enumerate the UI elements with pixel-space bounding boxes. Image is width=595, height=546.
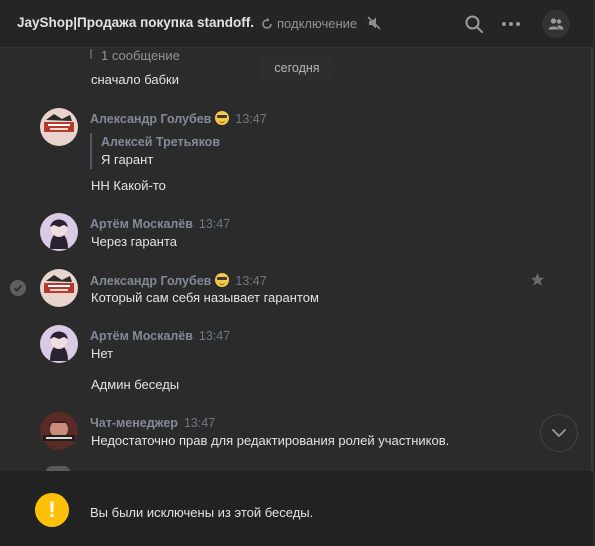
chat-header: JayShop|Продажа покупка standoff. подклю… bbox=[0, 0, 593, 48]
forward-bar bbox=[90, 133, 92, 169]
message-text: сначало бабки bbox=[91, 72, 179, 87]
message-text: Нет bbox=[91, 346, 114, 361]
author-name[interactable]: Артём Москалёв bbox=[90, 217, 193, 231]
message-time[interactable]: 13:47 bbox=[235, 112, 266, 126]
avatar[interactable] bbox=[40, 269, 78, 307]
chat-title[interactable]: JayShop|Продажа покупка standoff. bbox=[17, 15, 254, 30]
search-button[interactable] bbox=[462, 12, 486, 36]
author-name[interactable]: Александр Голубев bbox=[90, 274, 211, 288]
forwarded-author[interactable]: Алексей Третьяков bbox=[101, 135, 220, 149]
message-author[interactable]: Александр Голубев 13:47 bbox=[90, 273, 267, 288]
message-text: НН Какой-то bbox=[91, 178, 166, 193]
warning-symbol: ! bbox=[48, 497, 56, 522]
message-text: Админ беседы bbox=[91, 377, 180, 392]
sunglasses-emoji-icon bbox=[215, 111, 230, 125]
message-time[interactable]: 13:47 bbox=[199, 217, 230, 231]
message-text: Через гаранта bbox=[91, 234, 178, 249]
mute-icon[interactable] bbox=[366, 15, 382, 31]
loading-icon bbox=[262, 17, 272, 29]
message-text: Недостаточно прав для редактирования рол… bbox=[91, 433, 450, 448]
date-divider: сегодня bbox=[258, 56, 336, 80]
connection-status-text: подключение bbox=[277, 16, 358, 31]
author-name[interactable]: Артём Москалёв bbox=[90, 329, 193, 343]
message-time[interactable]: 13:47 bbox=[199, 329, 230, 343]
search-icon bbox=[465, 15, 483, 33]
forwarded-text: Я гарант bbox=[101, 152, 154, 167]
members-button[interactable] bbox=[542, 10, 570, 38]
star-icon[interactable] bbox=[530, 272, 545, 287]
forward-bar bbox=[90, 49, 92, 59]
avatar[interactable] bbox=[40, 325, 78, 363]
author-name[interactable]: Александр Голубев bbox=[90, 112, 211, 126]
avatar[interactable] bbox=[40, 412, 78, 450]
warning-icon: ! bbox=[35, 493, 69, 527]
chevron-down-icon bbox=[552, 429, 566, 437]
author-name[interactable]: Чат-менеджер bbox=[90, 416, 178, 430]
message-author[interactable]: Чат-менеджер 13:47 bbox=[90, 416, 215, 430]
message-author[interactable]: Артём Москалёв 13:47 bbox=[90, 329, 230, 343]
message-author[interactable]: Александр Голубев 13:47 bbox=[90, 111, 267, 126]
message-text: Который сам себя называет гарантом bbox=[91, 290, 319, 305]
message-time[interactable]: 13:47 bbox=[235, 274, 266, 288]
avatar[interactable] bbox=[40, 213, 78, 251]
avatar[interactable] bbox=[40, 108, 78, 146]
more-icon bbox=[502, 22, 520, 26]
chat-window: JayShop|Продажа покупка standoff. подклю… bbox=[0, 0, 593, 546]
forwarded-count[interactable]: 1 сообщение bbox=[101, 49, 180, 63]
sunglasses-emoji-icon bbox=[215, 273, 230, 287]
scroll-down-button[interactable] bbox=[540, 414, 578, 452]
connection-status: подключение bbox=[261, 16, 357, 31]
more-button[interactable] bbox=[499, 12, 523, 36]
message-time[interactable]: 13:47 bbox=[184, 416, 215, 430]
members-icon bbox=[548, 18, 564, 30]
message-feed[interactable]: 1 сообщение сначало бабки сегодня Алекса… bbox=[0, 49, 593, 471]
kicked-message: Вы были исключены из этой беседы. bbox=[90, 505, 314, 520]
message-author[interactable]: Артём Москалёв 13:47 bbox=[90, 217, 230, 231]
check-icon[interactable] bbox=[10, 280, 26, 296]
